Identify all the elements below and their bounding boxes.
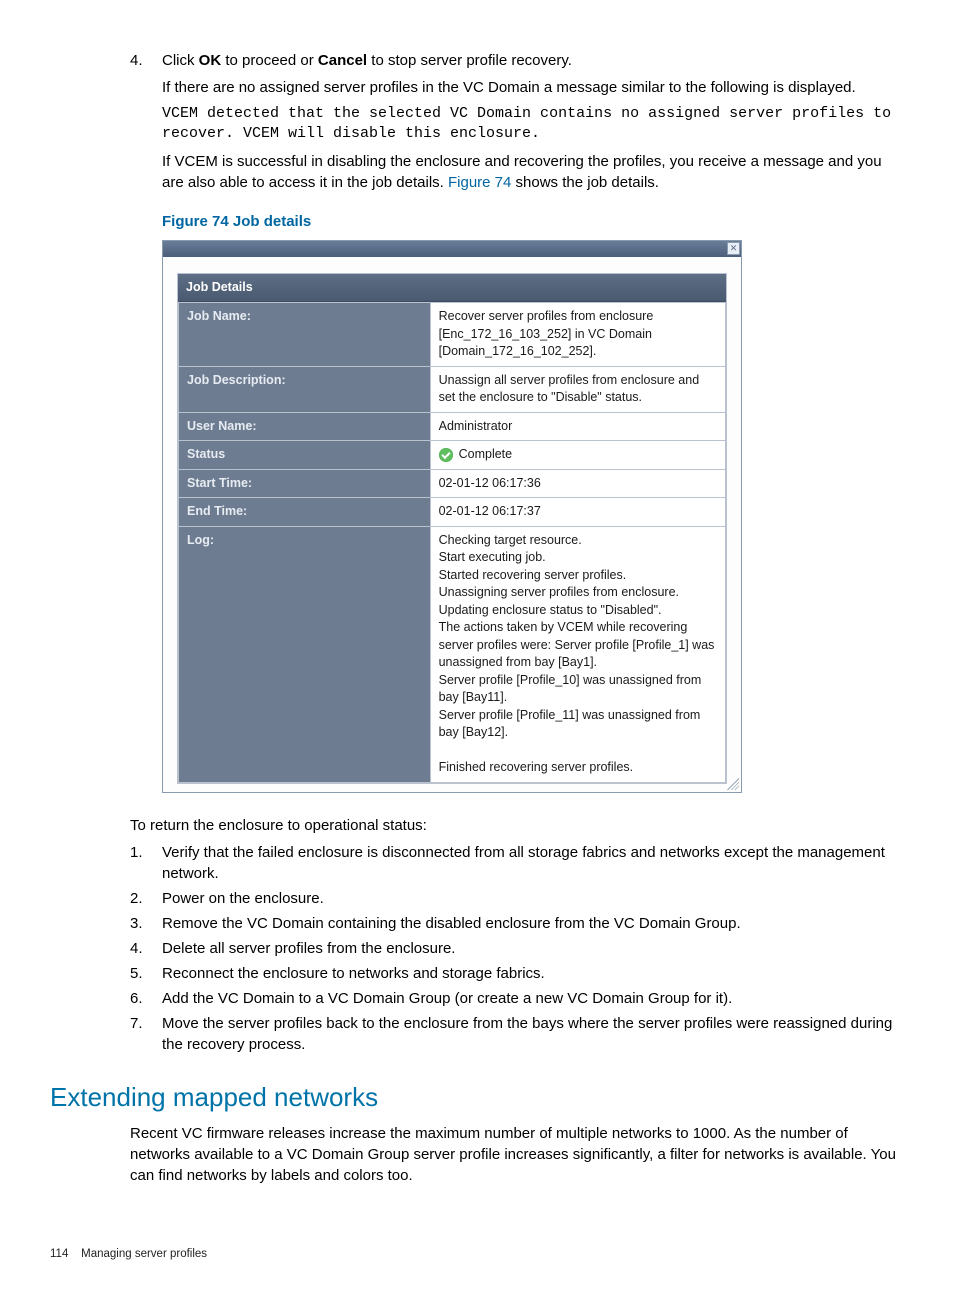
ok-label: OK xyxy=(199,52,222,69)
table-row: End Time: 02-01-12 06:17:37 xyxy=(179,498,726,527)
table-row: Job Description: Unassign all server pro… xyxy=(179,366,726,412)
list-item: 6.Add the VC Domain to a VC Domain Group… xyxy=(130,988,904,1009)
close-icon[interactable]: ✕ xyxy=(727,242,740,255)
step-text: Click OK to proceed or Cancel to stop se… xyxy=(162,50,904,71)
resize-grip-icon[interactable] xyxy=(727,778,739,790)
job-description-label: Job Description: xyxy=(179,366,431,412)
start-time-label: Start Time: xyxy=(179,469,431,498)
step-text: Reconnect the enclosure to networks and … xyxy=(162,963,904,984)
status-value: Complete xyxy=(430,441,725,470)
return-intro: To return the enclosure to operational s… xyxy=(130,815,904,836)
dialog-titlebar: ✕ xyxy=(163,241,741,257)
start-time-value: 02-01-12 06:17:36 xyxy=(430,469,725,498)
step-text: Move the server profiles back to the enc… xyxy=(162,1013,904,1055)
page-number: 114 xyxy=(50,1248,68,1260)
list-item: 5.Reconnect the enclosure to networks an… xyxy=(130,963,904,984)
section-body: Recent VC firmware releases increase the… xyxy=(130,1123,904,1186)
step-text: Verify that the failed enclosure is disc… xyxy=(162,842,904,884)
job-details-panel: Job Details Job Name: Recover server pro… xyxy=(177,273,727,784)
step-list-top: 4. Click OK to proceed or Cancel to stop… xyxy=(130,50,904,809)
list-item: 2.Power on the enclosure. xyxy=(130,888,904,909)
table-row: User Name: Administrator xyxy=(179,412,726,441)
list-item: 1.Verify that the failed enclosure is di… xyxy=(130,842,904,884)
figure-caption: Figure 74 Job details xyxy=(162,211,904,232)
step-number: 6. xyxy=(130,988,162,1009)
log-label: Log: xyxy=(179,526,431,782)
log-value: Checking target resource. Start executin… xyxy=(430,526,725,782)
user-name-label: User Name: xyxy=(179,412,431,441)
step-note: If there are no assigned server profiles… xyxy=(162,77,904,98)
table-row: Start Time: 02-01-12 06:17:36 xyxy=(179,469,726,498)
code-block: VCEM detected that the selected VC Domai… xyxy=(162,104,904,145)
list-item: 3.Remove the VC Domain containing the di… xyxy=(130,913,904,934)
table-row: Log: Checking target resource. Start exe… xyxy=(179,526,726,782)
table-row: Status Complete xyxy=(179,441,726,470)
figure-link[interactable]: Figure 74 xyxy=(448,174,511,191)
step-success: If VCEM is successful in disabling the e… xyxy=(162,151,904,193)
job-details-table: Job Name: Recover server profiles from e… xyxy=(178,302,726,783)
check-icon xyxy=(439,448,453,462)
step-number: 5. xyxy=(130,963,162,984)
step-text: Add the VC Domain to a VC Domain Group (… xyxy=(162,988,904,1009)
footer-title: Managing server profiles xyxy=(81,1248,207,1260)
page-footer: 114 Managing server profiles xyxy=(50,1246,904,1262)
end-time-label: End Time: xyxy=(179,498,431,527)
status-label: Status xyxy=(179,441,431,470)
step-number: 1. xyxy=(130,842,162,884)
return-steps-list: 1.Verify that the failed enclosure is di… xyxy=(130,842,904,1055)
job-details-dialog: ✕ Job Details Job Name: Recover server p… xyxy=(162,240,742,793)
end-time-value: 02-01-12 06:17:37 xyxy=(430,498,725,527)
status-text: Complete xyxy=(459,446,513,464)
step-text: Delete all server profiles from the encl… xyxy=(162,938,904,959)
job-description-value: Unassign all server profiles from enclos… xyxy=(430,366,725,412)
table-row: Job Name: Recover server profiles from e… xyxy=(179,303,726,367)
list-item: 7.Move the server profiles back to the e… xyxy=(130,1013,904,1055)
step-number: 3. xyxy=(130,913,162,934)
step-number: 4. xyxy=(130,50,162,809)
user-name-value: Administrator xyxy=(430,412,725,441)
list-item: 4.Delete all server profiles from the en… xyxy=(130,938,904,959)
job-name-value: Recover server profiles from enclosure [… xyxy=(430,303,725,367)
step-text: Power on the enclosure. xyxy=(162,888,904,909)
section-heading: Extending mapped networks xyxy=(50,1079,904,1115)
step-number: 7. xyxy=(130,1013,162,1055)
step-number: 2. xyxy=(130,888,162,909)
panel-header: Job Details xyxy=(178,274,726,303)
cancel-label: Cancel xyxy=(318,52,367,69)
step-text: Remove the VC Domain containing the disa… xyxy=(162,913,904,934)
job-name-label: Job Name: xyxy=(179,303,431,367)
step-number: 4. xyxy=(130,938,162,959)
